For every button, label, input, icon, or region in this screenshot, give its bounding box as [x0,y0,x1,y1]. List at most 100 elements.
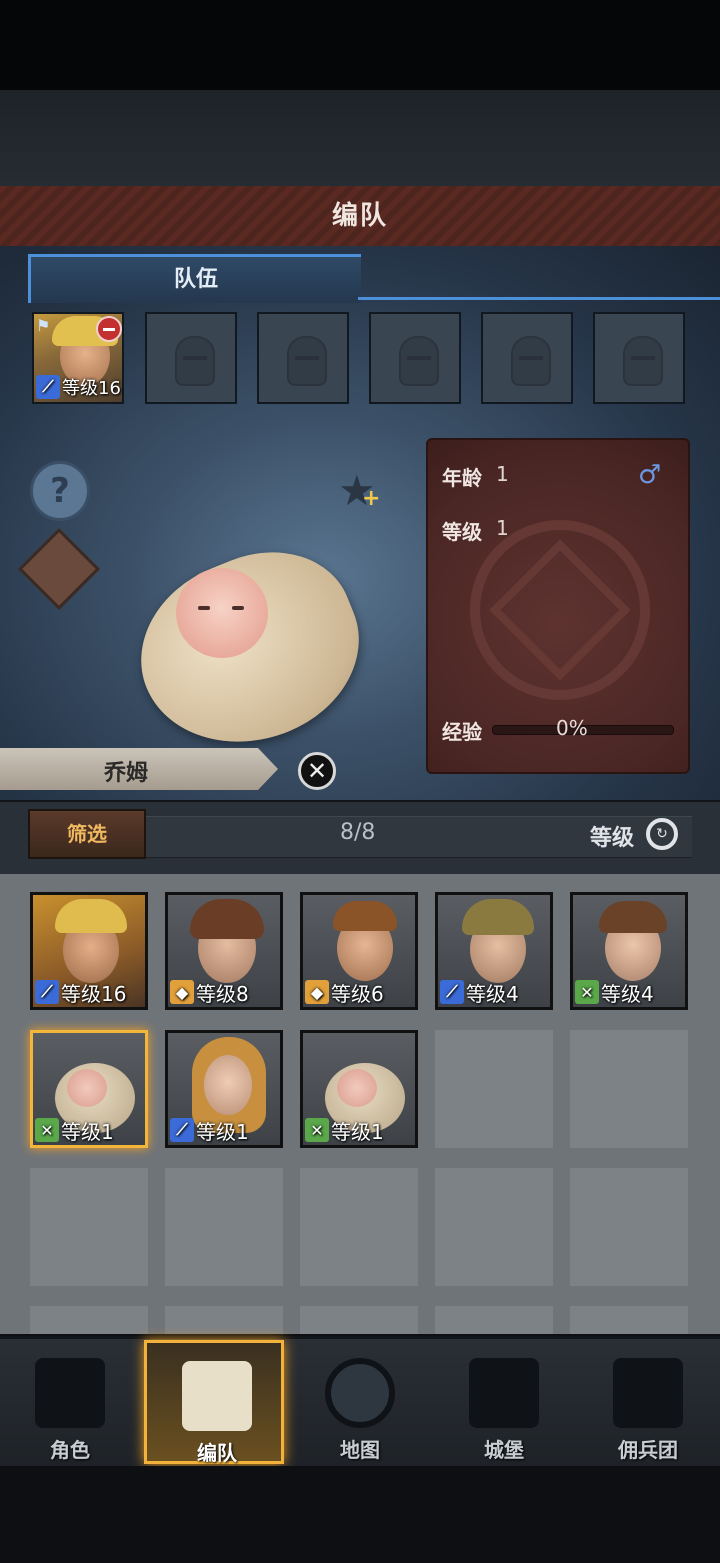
nav-map[interactable]: 地图 [290,1340,430,1464]
team-slot-3[interactable] [257,312,349,404]
bottom-safe-area [0,1466,720,1563]
roster-level: ✕ 等级1 [305,1117,384,1144]
formation-icon [182,1361,252,1431]
roster-level: ✕ 等级4 [575,979,654,1006]
roster-level-text: 等级1 [61,1119,114,1144]
roster-level: ◆ 等级8 [170,979,249,1006]
status-bar-area [0,0,720,90]
team-slot-level: ⟋ 等级16 [36,374,121,400]
exp-percent: 0% [556,716,588,740]
crossed-swords-icon: ✕ [575,980,599,1004]
team-slot-5[interactable] [481,312,573,404]
nav-character[interactable]: 角色 [0,1340,140,1464]
roster-level: ⟋ 等级1 [170,1117,249,1144]
character-name: 乔姆 [104,761,149,786]
tab-team-label: 队伍 [173,267,218,292]
page-title: 编队 [331,201,388,231]
team-slot-6[interactable] [593,312,685,404]
roster-card[interactable]: ⟋ 等级4 [435,892,553,1010]
male-gender-icon: ♂ [638,460,662,490]
nav-label: 地图 [340,1438,380,1462]
hero-hair [333,901,397,931]
roster-level-text: 等级16 [61,981,127,1006]
nav-formation[interactable]: 编队 [144,1340,284,1465]
roster-level-text: 等级4 [466,981,519,1006]
sword-icon: ⟋ [440,980,464,1004]
roster-empty-slot [570,1168,688,1286]
nav-castle[interactable]: 城堡 [434,1340,574,1464]
compass-map-icon [325,1358,395,1428]
roster-level: ◆ 等级6 [305,979,384,1006]
knight-icon [35,1358,105,1428]
leader-flag-icon: ⚑ [36,316,51,335]
exp-label: 经验 [442,720,482,744]
age-value: 1 [496,462,509,486]
roster-count: 8/8 [340,820,376,845]
sort-refresh-icon[interactable]: ↻ [646,818,678,850]
team-slot-4[interactable] [369,312,461,404]
plus-icon: + [362,486,381,511]
helmet-icon [511,336,551,386]
castle-icon [469,1358,539,1428]
helmet-icon [175,336,215,386]
roster-card[interactable]: ⟋ 等级16 [30,892,148,1010]
sword-icon: ⟋ [35,980,59,1004]
tab-team[interactable]: 队伍 [28,254,361,303]
remove-member-button[interactable] [96,316,122,342]
roster-level: ✕ 等级1 [35,1117,114,1144]
roster-level-text: 等级1 [331,1119,384,1144]
level-value: 1 [496,516,509,540]
sort-label[interactable]: 等级 [590,820,634,852]
banner-icon [613,1358,683,1428]
roster-empty-slot [435,1168,553,1286]
roster-empty-slot [300,1306,418,1334]
shield-icon: ◆ [305,980,329,1004]
roster-empty-slot [300,1168,418,1286]
roster-grid: ⟋ 等级16 ◆ 等级8 ◆ 等级6 ⟋ 等级4 ✕ 等级4 ✕ 等级1 ⟋ 等级1 [0,874,720,1334]
team-slot-2[interactable] [145,312,237,404]
roster-empty-slot [570,1030,688,1148]
nav-label: 角色 [50,1438,90,1462]
roster-empty-slot [570,1306,688,1334]
sword-icon: ⟋ [36,375,60,399]
crossed-swords-icon: ✕ [305,1118,329,1142]
roster-card[interactable]: ✕ 等级1 [300,1030,418,1148]
roster-level-text: 等级1 [196,1119,249,1144]
filter-button[interactable]: 筛选 [28,809,146,859]
roster-level: ⟋ 等级4 [440,979,519,1006]
roster-level: ⟋ 等级16 [35,979,127,1006]
crossed-swords-icon: ✕ [35,1118,59,1142]
nav-label: 城堡 [484,1438,524,1462]
roster-level-text: 等级8 [196,981,249,1006]
roster-card[interactable]: ✕ 等级4 [570,892,688,1010]
roster-level-text: 等级4 [601,981,654,1006]
help-button[interactable]: ? [30,461,90,521]
helmet-icon [287,336,327,386]
celtic-knot-emblem [470,520,650,700]
roster-card[interactable]: ◆ 等级8 [165,892,283,1010]
baby-face [337,1069,377,1107]
nav-mercenary[interactable]: 佣兵团 [578,1340,718,1464]
hero-hair [55,899,127,933]
close-icon[interactable]: ✕ [298,752,336,790]
shield-icon: ◆ [170,980,194,1004]
swaddle-blanket [114,525,386,775]
hero-hair [599,901,667,933]
roster-empty-slot [435,1030,553,1148]
level-text: 等级16 [62,378,121,399]
nav-label: 编队 [197,1441,237,1465]
age-label: 年龄 [442,466,482,490]
roster-empty-slot [165,1168,283,1286]
eye [198,606,210,610]
title-bar: 编队 [0,186,720,249]
name-plate[interactable]: 乔姆 [0,748,278,790]
header-background [0,90,720,188]
roster-empty-slot [30,1168,148,1286]
roster-empty-slot [435,1306,553,1334]
roster-card-selected[interactable]: ✕ 等级1 [30,1030,148,1148]
roster-card[interactable]: ⟋ 等级1 [165,1030,283,1148]
roster-card[interactable]: ◆ 等级6 [300,892,418,1010]
baby-face [176,568,268,658]
eye [232,606,244,610]
character-portrait [114,525,386,775]
